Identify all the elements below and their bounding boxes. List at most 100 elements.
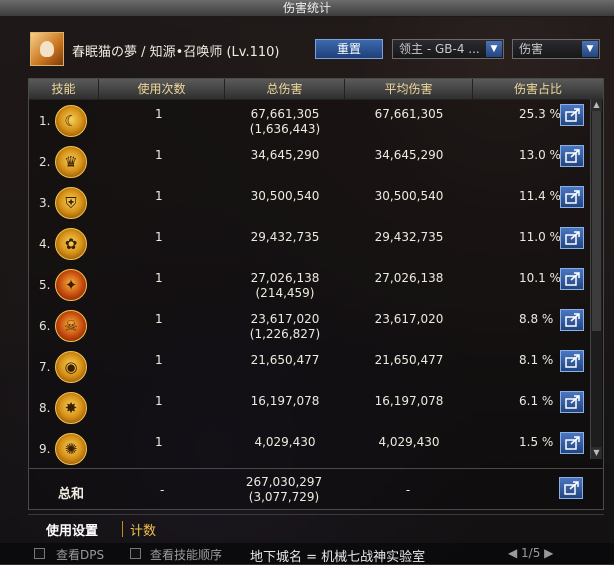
row-use-count: 1 — [155, 435, 163, 449]
export-row-button[interactable] — [560, 145, 584, 167]
export-icon — [565, 354, 580, 368]
row-average-damage: 16,197,078 — [374, 394, 444, 408]
page-number: 1/5 — [521, 546, 541, 560]
status-bar: 查看DPS 查看技能顺序 地下城名 = 机械七战神实验室 ◀ 1/5 ▶ — [0, 543, 614, 565]
export-row-button[interactable] — [560, 309, 584, 331]
row-average-damage: 27,026,138 — [374, 271, 444, 285]
row-damage-share: 1.5 % — [519, 435, 554, 449]
row-rank: 3. — [39, 196, 51, 210]
export-icon — [565, 272, 580, 286]
table-rows: 1. ☾ 1 67,661,305 (1,636,443) 67,661,305… — [29, 101, 603, 470]
row-average-damage: 21,650,477 — [374, 353, 444, 367]
flower-icon[interactable]: ✿ — [55, 228, 87, 260]
flame-sword-icon[interactable]: ✦ — [55, 269, 87, 301]
total-damage-value: 267,030,297 — [245, 475, 323, 489]
row-total-damage: 29,432,735 — [225, 230, 345, 245]
chevron-down-icon[interactable]: ▼ — [486, 41, 502, 57]
export-row-button[interactable] — [560, 104, 584, 126]
tab-count[interactable]: 计数 — [130, 520, 156, 539]
character-header: 春眠猫の夢 / 知源•召唤师 (Lv.110) 重置 领主 - GB-4 ...… — [0, 30, 614, 70]
row-rank: 6. — [39, 319, 51, 333]
export-row-button[interactable] — [560, 268, 584, 290]
column-average-damage[interactable]: 平均伤害 — [345, 79, 473, 99]
row-use-count: 1 — [155, 230, 163, 244]
eye-ring-icon[interactable]: ◉ — [55, 351, 87, 383]
row-average-damage: 34,645,290 — [374, 148, 444, 162]
table-header: 技能 使用次数 总伤害 平均伤害 伤害占比 — [29, 79, 603, 100]
table-row[interactable]: 1. ☾ 1 67,661,305 (1,636,443) 67,661,305… — [29, 101, 603, 142]
bottom-tabs: 使用设置 计数 — [28, 514, 604, 541]
export-row-button[interactable] — [560, 432, 584, 454]
chevron-down-icon[interactable]: ▼ — [582, 41, 598, 57]
table-row[interactable]: 9. ✺ 1 4,029,430 4,029,430 1.5 % — [29, 429, 603, 470]
row-total-damage-sub: (1,226,827) — [249, 327, 321, 341]
row-damage-share: 8.1 % — [519, 353, 554, 367]
export-icon — [565, 190, 580, 204]
total-count: - — [160, 483, 165, 497]
metric-select[interactable]: 伤害 ▼ — [512, 39, 600, 59]
table-row[interactable]: 2. ♛ 1 34,645,290 34,645,290 13.0 % — [29, 142, 603, 183]
damage-table: 技能 使用次数 总伤害 平均伤害 伤害占比 1. ☾ 1 67,661,305 … — [28, 78, 604, 510]
table-row[interactable]: 7. ◉ 1 21,650,477 21,650,477 8.1 % — [29, 347, 603, 388]
row-damage-share: 6.1 % — [519, 394, 554, 408]
export-row-button[interactable] — [560, 350, 584, 372]
rune-circle-icon[interactable]: ✺ — [55, 433, 87, 465]
total-damage: 267,030,297 (3,077,729) — [224, 475, 344, 505]
row-total-damage-value: 21,650,477 — [250, 353, 320, 367]
row-total-damage-value: 27,026,138 — [250, 271, 320, 285]
damage-stats-window: 伤害统计 春眠猫の夢 / 知源•召唤师 (Lv.110) 重置 领主 - GB-… — [0, 0, 614, 565]
export-icon — [564, 481, 579, 495]
scroll-down-icon[interactable]: ▼ — [591, 447, 602, 459]
dragon-claw-icon[interactable]: ✸ — [55, 392, 87, 424]
table-row[interactable]: 3. ⛨ 1 30,500,540 30,500,540 11.4 % — [29, 183, 603, 224]
reset-button[interactable]: 重置 — [315, 39, 383, 59]
row-damage-share: 10.1 % — [519, 271, 561, 285]
row-total-damage-value: 23,617,020 — [250, 312, 320, 326]
row-average-damage: 67,661,305 — [374, 107, 444, 121]
row-damage-share: 25.3 % — [519, 107, 561, 121]
column-use-count[interactable]: 使用次数 — [99, 79, 225, 99]
export-icon — [565, 149, 580, 163]
row-use-count: 1 — [155, 353, 163, 367]
export-total-button[interactable] — [559, 477, 583, 499]
table-row[interactable]: 6. ☠ 1 23,617,020 (1,226,827) 23,617,020… — [29, 306, 603, 347]
export-row-button[interactable] — [560, 186, 584, 208]
total-row: 总和 - 267,030,297 (3,077,729) - — [28, 468, 604, 511]
tab-divider — [122, 521, 123, 537]
column-skill[interactable]: 技能 — [29, 79, 99, 99]
row-average-damage: 23,617,020 — [374, 312, 444, 326]
row-average-damage: 4,029,430 — [378, 435, 440, 449]
total-label: 总和 — [58, 487, 85, 502]
demon-head-icon[interactable]: ☠ — [55, 310, 87, 342]
crown-icon[interactable]: ♛ — [55, 146, 87, 178]
column-total-damage[interactable]: 总伤害 — [225, 79, 345, 99]
check-dps-label: 查看DPS — [56, 548, 105, 562]
export-row-button[interactable] — [560, 391, 584, 413]
page-indicator[interactable]: ◀ 1/5 ▶ — [508, 546, 553, 560]
row-total-damage-value: 29,432,735 — [250, 230, 320, 244]
tab-usage-settings[interactable]: 使用设置 — [46, 520, 98, 539]
scroll-thumb[interactable] — [592, 111, 601, 331]
export-icon — [565, 313, 580, 327]
check-order-checkbox[interactable] — [130, 548, 141, 559]
row-damage-share: 11.4 % — [519, 189, 561, 203]
row-rank: 1. — [39, 114, 51, 128]
row-rank: 9. — [39, 442, 51, 456]
row-total-damage: 67,661,305 (1,636,443) — [225, 107, 345, 137]
table-row[interactable]: 8. ✸ 1 16,197,078 16,197,078 6.1 % — [29, 388, 603, 429]
row-rank: 8. — [39, 401, 51, 415]
table-scrollbar[interactable]: ▲ ▼ — [590, 99, 602, 459]
table-row[interactable]: 5. ✦ 1 27,026,138 (214,459) 27,026,138 1… — [29, 265, 603, 306]
dungeon-select[interactable]: 领主 - GB-4 ... ▼ — [392, 39, 504, 59]
row-use-count: 1 — [155, 394, 163, 408]
scroll-up-icon[interactable]: ▲ — [591, 99, 602, 111]
row-total-damage-sub: (1,636,443) — [249, 122, 321, 136]
export-row-button[interactable] — [560, 227, 584, 249]
shield-icon[interactable]: ⛨ — [55, 187, 87, 219]
table-row[interactable]: 4. ✿ 1 29,432,735 29,432,735 11.0 % — [29, 224, 603, 265]
column-damage-share[interactable]: 伤害占比 — [473, 79, 603, 99]
row-total-damage: 30,500,540 — [225, 189, 345, 204]
crescent-slash-icon[interactable]: ☾ — [55, 105, 87, 137]
window-title[interactable]: 伤害统计 — [0, 0, 614, 17]
check-dps-checkbox[interactable] — [34, 548, 45, 559]
